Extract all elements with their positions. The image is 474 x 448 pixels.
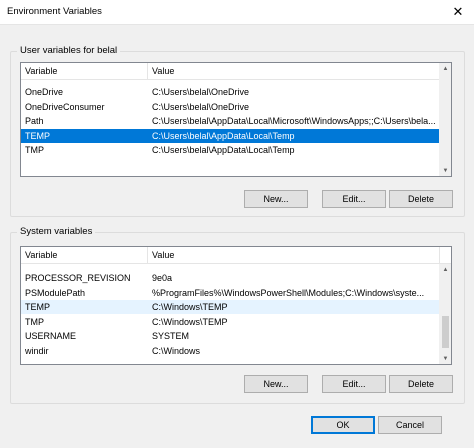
table-row[interactable]: PSModulePath %ProgramFiles%\WindowsPowerS… [21, 286, 439, 300]
user-variables-group: User variables for belal Variable Value … [10, 45, 465, 217]
system-list-header: Variable Value [21, 247, 451, 264]
table-row[interactable]: TEMP C:\Windows\TEMP [21, 300, 439, 314]
table-row[interactable]: windir C:\Windows [21, 344, 439, 358]
variable-name-cell: OneDrive [25, 87, 64, 97]
variable-value-cell: C:\Windows\TEMP [152, 316, 228, 327]
variable-value-cell: %ProgramFiles%\WindowsPowerShell\Modules… [152, 287, 425, 298]
scroll-up-arrow-icon[interactable]: ▲ [440, 264, 451, 275]
ok-button[interactable]: OK [311, 416, 375, 434]
variable-name-cell: PSModulePath [25, 287, 86, 298]
variable-name-cell: Path [25, 116, 44, 126]
variable-name-cell: TEMP [25, 130, 51, 141]
table-row[interactable]: TMP C:\Windows\TEMP [21, 315, 439, 329]
title-bar: Environment Variables ✕ [0, 0, 474, 25]
user-list-scrollbar[interactable]: ▲ ▼ [439, 63, 451, 176]
user-list-header: Variable Value [21, 63, 451, 80]
system-new-button[interactable]: New... [244, 375, 308, 393]
user-new-button[interactable]: New... [244, 190, 308, 208]
system-variables-list[interactable]: Variable Value ▲ ▼ PROCESSOR_REVISION 9e0… [20, 246, 452, 365]
user-edit-button[interactable]: Edit... [322, 190, 386, 208]
variable-value-cell: C:\Windows\TEMP [152, 302, 228, 312]
system-scroll-thumb[interactable] [442, 316, 449, 348]
variable-name-cell: windir [25, 345, 49, 356]
column-header-value[interactable]: Value [148, 63, 440, 79]
variable-name-cell: OneDriveConsumer [25, 101, 105, 112]
column-header-variable[interactable]: Variable [21, 247, 148, 263]
variable-value-cell: C:\Users\belal\OneDrive [152, 101, 250, 112]
column-header-variable[interactable]: Variable [21, 63, 148, 79]
variable-name-cell: USERNAME [25, 331, 77, 341]
variable-value-cell: C:\Users\belal\AppData\Local\Microsoft\W… [152, 116, 436, 126]
variable-value-cell: 9e0a [152, 273, 173, 283]
variable-name-cell: TEMP [25, 302, 51, 312]
variable-name-cell: PROCESSOR_REVISION [25, 273, 131, 283]
user-variables-list[interactable]: Variable Value ▲ ▼ OneDrive C:\Users\bela… [20, 62, 452, 177]
scroll-up-arrow-icon[interactable]: ▲ [440, 63, 451, 74]
variable-value-cell: C:\Users\belal\AppData\Local\Temp [152, 130, 295, 141]
close-icon[interactable]: ✕ [448, 2, 468, 22]
scroll-down-arrow-icon[interactable]: ▼ [440, 353, 451, 364]
scroll-down-arrow-icon[interactable]: ▼ [440, 165, 451, 176]
system-delete-button[interactable]: Delete [389, 375, 453, 393]
column-header-value[interactable]: Value [148, 247, 440, 263]
window-title: Environment Variables [7, 6, 102, 17]
table-row[interactable]: TEMP C:\Users\belal\AppData\Local\Temp [21, 128, 439, 143]
system-variables-legend: System variables [17, 226, 96, 237]
system-variables-group: System variables Variable Value ▲ ▼ PROC… [10, 226, 465, 404]
user-variables-legend: User variables for belal [17, 45, 121, 56]
table-row[interactable]: Path C:\Users\belal\AppData\Local\Microso… [21, 114, 439, 128]
table-row[interactable]: TMP C:\Users\belal\AppData\Local\Temp [21, 143, 439, 157]
variable-value-cell: C:\Users\belal\AppData\Local\Temp [152, 145, 295, 155]
variable-value-cell: C:\Windows [152, 345, 201, 356]
cancel-button[interactable]: Cancel [378, 416, 442, 434]
table-row[interactable]: OneDriveConsumer C:\Users\belal\OneDrive [21, 100, 439, 114]
system-list-scrollbar[interactable]: ▲ ▼ [439, 264, 451, 364]
variable-name-cell: TMP [25, 145, 44, 155]
variable-value-cell: C:\Users\belal\OneDrive [152, 87, 250, 97]
table-row[interactable]: PROCESSOR_REVISION 9e0a [21, 271, 439, 285]
user-delete-button[interactable]: Delete [389, 190, 453, 208]
variable-name-cell: TMP [25, 316, 44, 327]
table-row[interactable]: USERNAME SYSTEM [21, 329, 439, 343]
system-edit-button[interactable]: Edit... [322, 375, 386, 393]
table-row[interactable]: OneDrive C:\Users\belal\OneDrive [21, 85, 439, 99]
variable-value-cell: SYSTEM [152, 331, 190, 341]
